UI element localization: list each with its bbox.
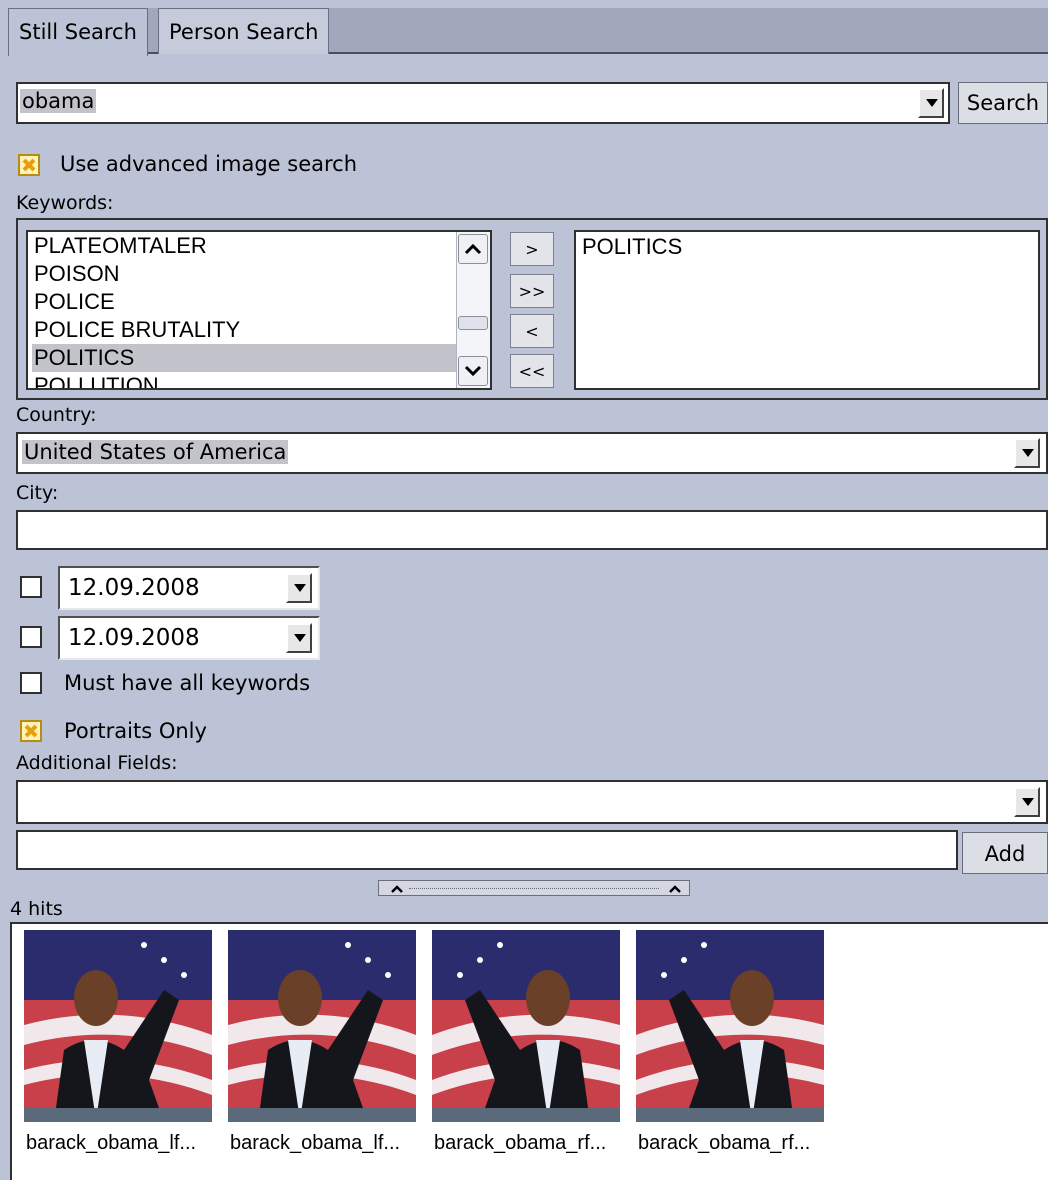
additional-field-input[interactable]	[16, 830, 958, 870]
result-caption[interactable]: barack_obama_rf...	[638, 1132, 810, 1155]
photo-obama-flag	[228, 930, 416, 1122]
keywords-label: Keywords:	[16, 192, 114, 214]
result-caption[interactable]: barack_obama_lf...	[26, 1132, 196, 1155]
tab-person-search[interactable]: Person Search	[158, 8, 330, 54]
splitter-grip	[409, 888, 659, 889]
result-thumbnail[interactable]	[432, 930, 620, 1122]
list-item[interactable]: POLICE BRUTALITY	[32, 316, 458, 344]
keywords-panel: PLATEOMTALER POISON POLICE POLICE BRUTAL…	[16, 218, 1048, 400]
city-input[interactable]	[16, 510, 1048, 550]
list-item[interactable]: POLLUTION	[32, 372, 458, 388]
result-caption[interactable]: barack_obama_rf...	[434, 1132, 606, 1155]
photo-obama-flag	[636, 930, 824, 1122]
splitter-handle[interactable]	[378, 880, 690, 896]
city-label: City:	[16, 482, 59, 504]
from-date-value: 12.09.2008	[68, 575, 200, 601]
portraits-only-label: Portraits Only	[64, 719, 207, 743]
to-date-dropdown-button[interactable]	[286, 623, 312, 653]
portraits-only-checkbox[interactable]	[20, 720, 42, 742]
result-thumbnail[interactable]	[24, 930, 212, 1122]
chevron-up-icon	[669, 885, 681, 893]
additional-fields-label: Additional Fields:	[16, 752, 178, 774]
chosen-keywords-list[interactable]: POLITICS	[574, 230, 1040, 390]
chevron-down-icon	[464, 365, 482, 377]
from-date-dropdown-button[interactable]	[286, 573, 312, 603]
keywords-scrollbar[interactable]	[456, 232, 490, 388]
scroll-down-button[interactable]	[458, 356, 488, 386]
list-item[interactable]: POISON	[32, 260, 458, 288]
result-thumbnail[interactable]	[228, 930, 416, 1122]
list-item[interactable]: PLATEOMTALER	[32, 232, 458, 260]
must-have-all-label: Must have all keywords	[64, 671, 311, 695]
to-date-value: 12.09.2008	[68, 625, 200, 651]
remove-keyword-button[interactable]: <	[510, 314, 554, 348]
to-date-picker[interactable]: 12.09.2008	[58, 616, 320, 660]
search-button[interactable]: Search	[958, 82, 1048, 124]
chevron-up-icon	[464, 243, 482, 255]
photo-obama-flag	[24, 930, 212, 1122]
additional-fields-select[interactable]	[16, 780, 1048, 824]
advanced-search-checkbox[interactable]	[18, 154, 40, 176]
list-item[interactable]: POLICE	[32, 288, 458, 316]
from-date-picker[interactable]: 12.09.2008	[58, 566, 320, 610]
photo-obama-flag	[432, 930, 620, 1122]
list-item-selected[interactable]: POLITICS	[32, 344, 458, 372]
hit-count: 4 hits	[10, 898, 63, 920]
country-dropdown-button[interactable]	[1014, 438, 1040, 468]
from-date-checkbox[interactable]	[20, 576, 42, 598]
result-caption[interactable]: barack_obama_lf...	[230, 1132, 400, 1155]
search-combobox[interactable]: obama	[16, 82, 950, 124]
add-field-button[interactable]: Add	[962, 832, 1048, 874]
country-label: Country:	[16, 404, 97, 426]
result-thumbnail[interactable]	[636, 930, 824, 1122]
tab-still-search[interactable]: Still Search	[8, 8, 148, 56]
add-all-keywords-button[interactable]: >>	[510, 274, 554, 308]
tab-strip: Still Search Person Search	[8, 8, 1048, 56]
search-dropdown-button[interactable]	[918, 88, 944, 118]
must-have-all-checkbox[interactable]	[20, 672, 42, 694]
to-date-checkbox[interactable]	[20, 626, 42, 648]
chevron-up-icon	[391, 885, 403, 893]
list-item[interactable]: POLITICS	[582, 234, 682, 260]
country-select[interactable]: United States of America	[16, 432, 1048, 474]
add-keyword-button[interactable]: >	[510, 232, 554, 266]
scroll-thumb[interactable]	[458, 316, 488, 330]
available-keywords-list[interactable]: PLATEOMTALER POISON POLICE POLICE BRUTAL…	[26, 230, 492, 390]
scroll-up-button[interactable]	[458, 234, 488, 264]
remove-all-keywords-button[interactable]: <<	[510, 354, 554, 388]
search-input[interactable]: obama	[20, 89, 97, 113]
advanced-search-label: Use advanced image search	[60, 152, 358, 176]
country-value: United States of America	[22, 440, 289, 464]
additional-fields-dropdown-button[interactable]	[1014, 787, 1040, 817]
